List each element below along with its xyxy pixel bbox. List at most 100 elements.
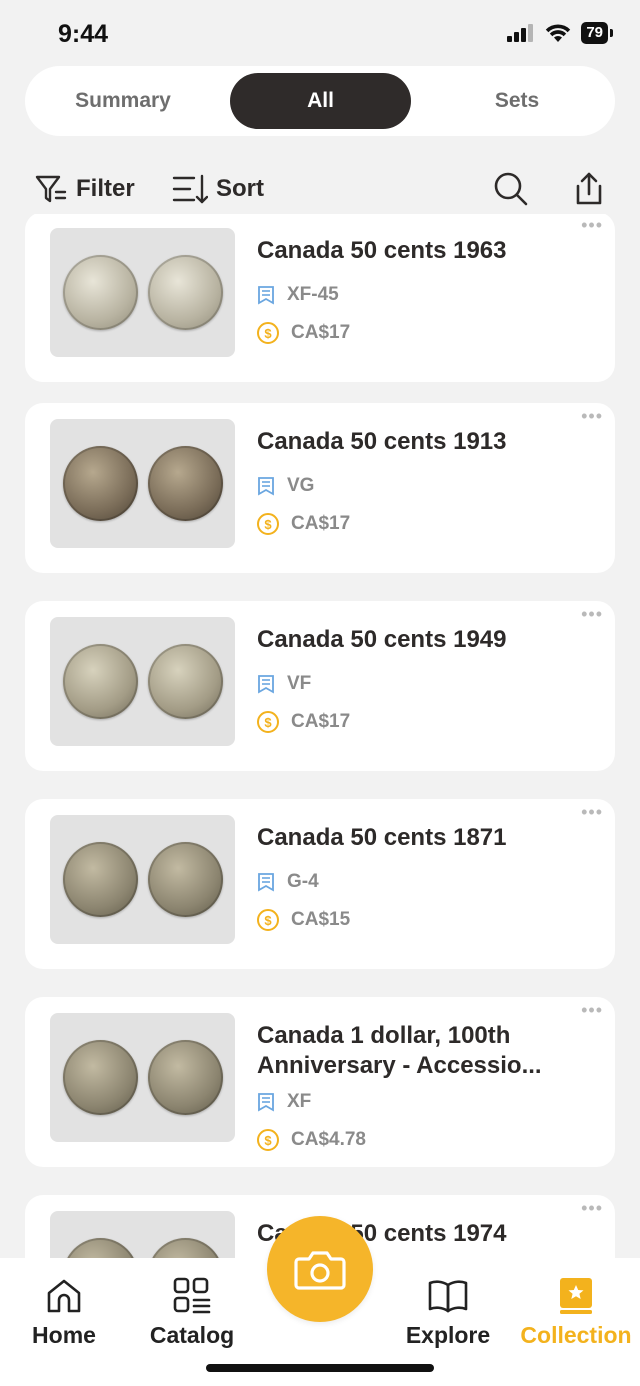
filter-button[interactable]: Filter (34, 172, 135, 206)
more-icon[interactable]: ••• (581, 1001, 603, 1019)
nav-explore[interactable]: Explore (402, 1276, 494, 1349)
grade-icon (258, 675, 274, 694)
grade-icon (258, 873, 274, 892)
nav-collection-label: Collection (520, 1322, 632, 1348)
nav-collection[interactable]: Collection (514, 1276, 638, 1349)
coin-list: ••• Canada 50 cents 1963 XF-45 $ CA$17 •… (0, 214, 640, 1258)
coin-card[interactable]: ••• Canada 1 dollar, 100th Anniversary -… (25, 997, 615, 1167)
search-button[interactable] (492, 170, 530, 213)
sort-label: Sort (216, 175, 264, 202)
dollar-icon: $ (257, 513, 279, 535)
filter-label: Filter (76, 175, 135, 202)
coin-obverse-image (62, 842, 138, 917)
camera-icon (294, 1251, 346, 1290)
tab-all[interactable]: All (230, 73, 411, 129)
coin-grade: VF (257, 673, 311, 695)
catalog-icon (173, 1277, 211, 1314)
coin-value: $ CA$17 (257, 322, 350, 344)
sort-button[interactable]: Sort (172, 172, 264, 206)
coin-value-label: CA$4.78 (291, 1129, 366, 1150)
more-icon[interactable]: ••• (581, 407, 603, 425)
share-button[interactable] (571, 170, 607, 213)
coin-value-label: CA$17 (291, 711, 351, 732)
coin-obverse-image (62, 1040, 138, 1115)
battery-indicator: 79 (581, 22, 613, 44)
status-icons: 79 (507, 22, 613, 44)
coin-reverse-image (147, 644, 223, 719)
sort-icon (172, 174, 208, 204)
wifi-icon (546, 23, 571, 42)
coin-card[interactable]: ••• Canada 50 cents 1949 VF $ CA$17 (25, 601, 615, 771)
coin-thumbnail (50, 815, 235, 944)
coin-grade-label: VF (287, 673, 312, 694)
signal-icon (507, 24, 534, 42)
coin-grade-label: XF-45 (287, 284, 339, 305)
coin-reverse-image (147, 255, 223, 330)
dollar-icon: $ (257, 1129, 279, 1151)
grade-icon (258, 1093, 274, 1112)
view-segmented-control: Summary All Sets (25, 66, 615, 136)
coin-thumbnail (50, 228, 235, 357)
coin-title: Canada 50 cents 1949 (257, 626, 507, 653)
coin-grade: XF (257, 1091, 311, 1113)
home-indicator (206, 1364, 434, 1372)
status-bar: 9:44 79 (0, 0, 640, 66)
coin-title: Canada 50 cents 1963 (257, 237, 507, 264)
coin-obverse-image (62, 255, 138, 330)
coin-thumbnail (50, 1013, 235, 1142)
coin-obverse-image (62, 446, 138, 521)
share-icon (576, 172, 602, 205)
coin-grade: VG (257, 475, 314, 497)
coin-reverse-image (147, 1040, 223, 1115)
list-toolbar: Filter Sort (0, 160, 640, 220)
coin-card[interactable]: ••• Canada 50 cents 1963 XF-45 $ CA$17 (25, 214, 615, 382)
coin-grade: G-4 (257, 871, 319, 893)
coin-thumbnail (50, 1211, 235, 1258)
coin-value: $ CA$17 (257, 513, 350, 535)
search-icon (494, 172, 528, 206)
nav-home[interactable]: Home (28, 1276, 100, 1349)
coin-value-label: CA$15 (291, 909, 351, 930)
collection-icon (560, 1278, 592, 1314)
more-icon[interactable]: ••• (581, 605, 603, 623)
coin-value: $ CA$4.78 (257, 1129, 366, 1151)
coin-value: $ CA$17 (257, 711, 350, 733)
coin-grade-label: VG (287, 475, 315, 496)
nav-explore-label: Explore (405, 1322, 491, 1348)
coin-grade: XF-45 (257, 284, 339, 306)
coin-title: Canada 50 cents 1871 (257, 824, 507, 851)
coin-thumbnail (50, 419, 235, 548)
more-icon[interactable]: ••• (581, 803, 603, 821)
more-icon[interactable]: ••• (581, 1199, 603, 1217)
coin-reverse-image (147, 446, 223, 521)
coin-obverse-image (62, 644, 138, 719)
nav-home-label: Home (32, 1322, 96, 1348)
coin-value-label: CA$17 (291, 513, 351, 534)
tab-sets[interactable]: Sets (427, 73, 607, 129)
nav-catalog-label: Catalog (149, 1322, 235, 1348)
coin-title: Canada 50 cents 1913 (257, 428, 507, 455)
book-icon (428, 1280, 468, 1313)
home-icon (47, 1279, 81, 1313)
dollar-icon: $ (257, 909, 279, 931)
coin-card[interactable]: ••• Canada 50 cents 1871 G-4 $ CA$15 (25, 799, 615, 969)
coin-thumbnail (50, 617, 235, 746)
coin-title: Canada 1 dollar, 100th Anniversary - Acc… (257, 1022, 542, 1079)
grade-icon (258, 477, 274, 496)
coin-grade-label: XF (287, 1091, 312, 1112)
coin-grade-label: G-4 (287, 871, 319, 892)
dollar-icon: $ (257, 711, 279, 733)
filter-icon (35, 175, 67, 203)
nav-catalog[interactable]: Catalog (145, 1276, 239, 1349)
coin-obverse-image (62, 1238, 138, 1258)
tab-summary[interactable]: Summary (33, 73, 213, 129)
coin-card[interactable]: ••• Canada 50 cents 1913 VG $ CA$17 (25, 403, 615, 573)
grade-icon (258, 286, 274, 305)
camera-button[interactable] (267, 1216, 373, 1322)
coin-reverse-image (147, 842, 223, 917)
coin-value-label: CA$17 (291, 322, 351, 343)
more-icon[interactable]: ••• (581, 216, 603, 234)
status-time: 9:44 (58, 20, 109, 48)
coin-value: $ CA$15 (257, 909, 350, 931)
dollar-icon: $ (257, 322, 279, 344)
